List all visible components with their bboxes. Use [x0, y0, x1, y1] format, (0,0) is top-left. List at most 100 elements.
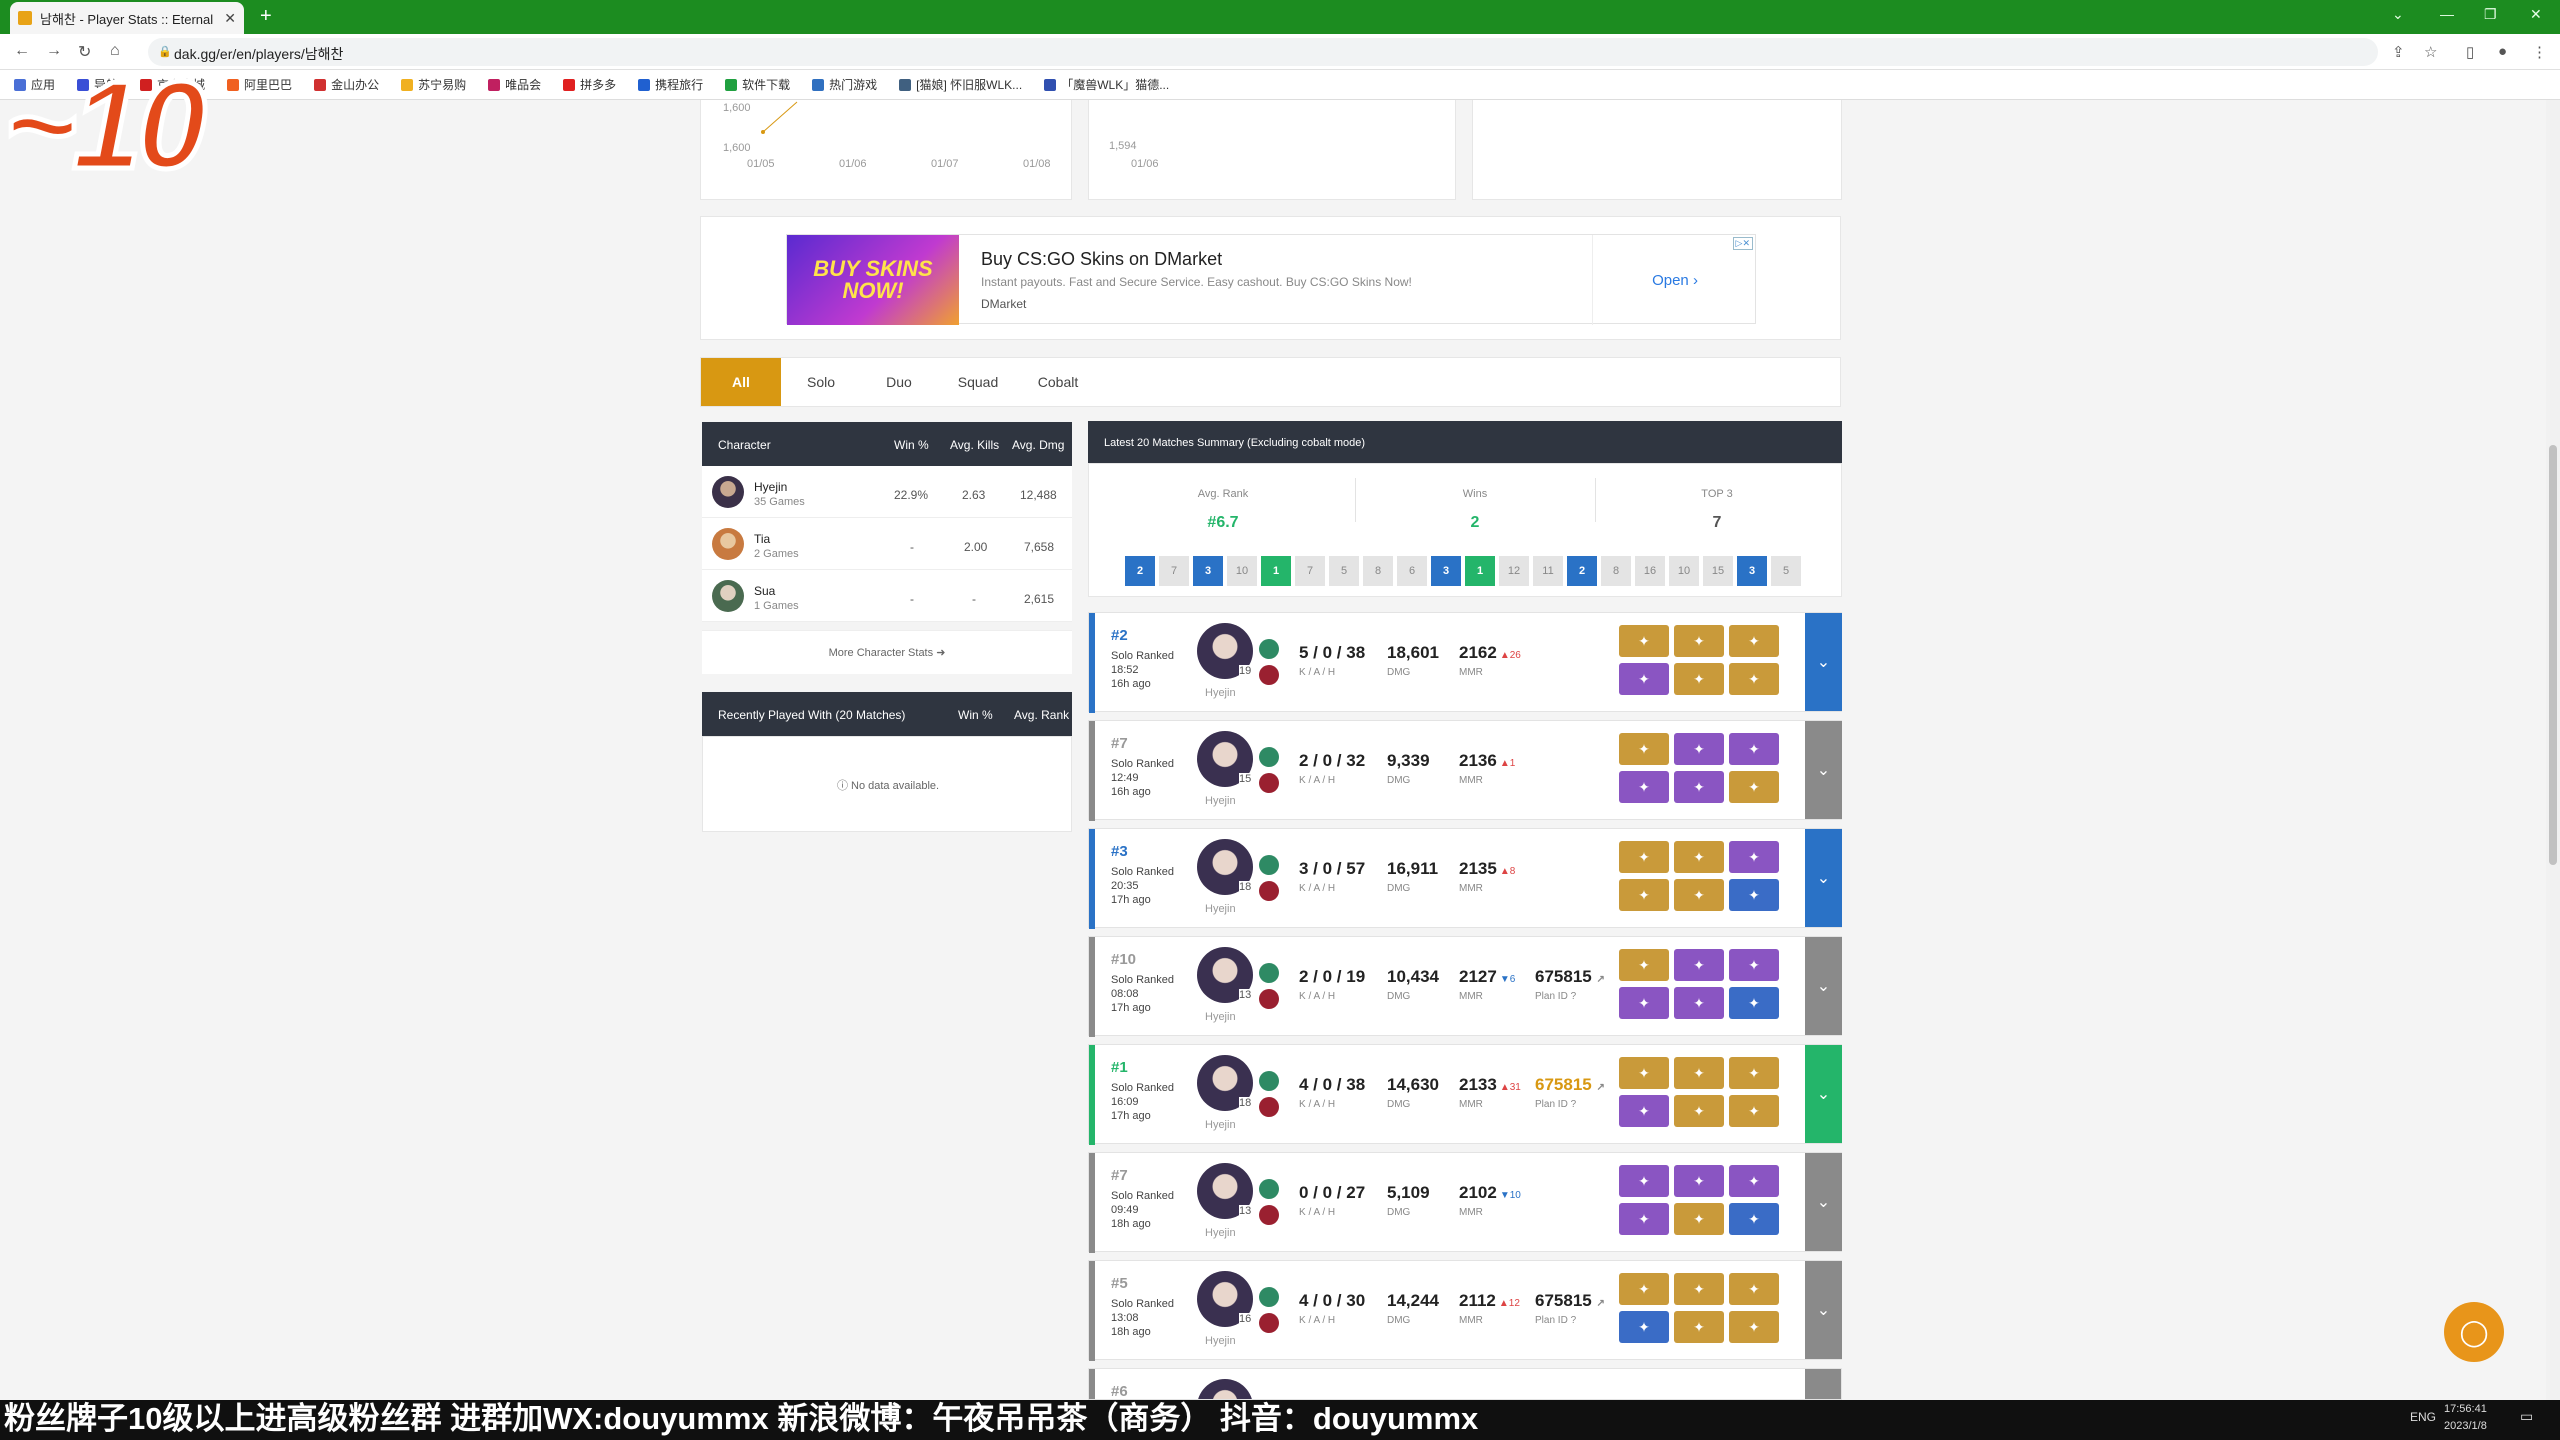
item-icon[interactable]: ✦ — [1619, 625, 1669, 657]
item-icon[interactable]: ✦ — [1729, 625, 1779, 657]
item-icon[interactable]: ✦ — [1729, 1165, 1779, 1197]
ad-banner[interactable]: BUY SKINS NOW! Buy CS:GO Skins on DMarke… — [786, 234, 1756, 325]
character-row[interactable]: Hyejin 35 Games 22.9% 2.63 12,488 — [702, 466, 1072, 518]
match-row[interactable]: #1 Solo Ranked 16:09 17h ago 18 Hyejin 4 /… — [1088, 1044, 1842, 1145]
close-window-icon[interactable]: ✕ — [2530, 6, 2542, 23]
item-icon[interactable]: ✦ — [1674, 1095, 1724, 1127]
expand-chevron-icon[interactable]: ⌄ — [1805, 721, 1842, 819]
menu-icon[interactable]: ⋮ — [2532, 43, 2547, 61]
item-icon[interactable]: ✦ — [1729, 663, 1779, 695]
expand-chevron-icon[interactable]: ⌄ — [1805, 1369, 1841, 1399]
item-icon[interactable]: ✦ — [1619, 733, 1669, 765]
url-input[interactable]: 🔒 dak.gg/er/en/players/남해찬 — [148, 38, 2378, 66]
character-avatar[interactable] — [1197, 1379, 1253, 1399]
plan-id[interactable]: 675815 ↗ — [1535, 1075, 1605, 1095]
tab-search-icon[interactable]: ⌄ — [2392, 6, 2404, 23]
plan-id[interactable]: 675815 ↗ — [1535, 967, 1605, 987]
item-icon[interactable]: ✦ — [1729, 733, 1779, 765]
close-tab-icon[interactable]: ✕ — [224, 10, 236, 27]
language-indicator[interactable]: ENG — [2410, 1410, 2436, 1424]
more-character-stats-button[interactable]: More Character Stats ➜ — [702, 630, 1072, 674]
item-icon[interactable]: ✦ — [1674, 987, 1724, 1019]
match-row[interactable]: #7 Solo Ranked 12:49 16h ago 15 Hyejin 2 /… — [1088, 720, 1842, 821]
bookmark-item[interactable]: 苏宁易购 — [401, 76, 466, 93]
expand-chevron-icon[interactable]: ⌄ — [1805, 613, 1842, 711]
item-icon[interactable]: ✦ — [1729, 1273, 1779, 1305]
character-row[interactable]: Tia 2 Games - 2.00 7,658 — [702, 518, 1072, 570]
profile-icon[interactable]: ● — [2498, 43, 2507, 60]
tab-squad[interactable]: Squad — [937, 358, 1019, 406]
match-row[interactable]: #2 Solo Ranked 18:52 16h ago 19 Hyejin 5 /… — [1088, 612, 1842, 713]
bookmark-item[interactable]: 唯品会 — [488, 76, 541, 93]
bookmark-item[interactable]: 拼多多 — [563, 76, 616, 93]
scrollbar-thumb[interactable] — [2549, 445, 2557, 865]
plan-id[interactable]: 675815 ↗ — [1535, 1291, 1605, 1311]
minimize-icon[interactable]: — — [2440, 6, 2454, 22]
ad-close-icon[interactable]: ▷✕ — [1732, 237, 1753, 250]
expand-chevron-icon[interactable]: ⌄ — [1805, 829, 1842, 927]
item-icon[interactable]: ✦ — [1674, 733, 1724, 765]
item-icon[interactable]: ✦ — [1674, 949, 1724, 981]
bookmark-item[interactable]: 金山办公 — [314, 76, 379, 93]
tab-duo[interactable]: Duo — [859, 358, 939, 406]
ad-title[interactable]: Buy CS:GO Skins on DMarket — [981, 249, 1222, 270]
match-row[interactable]: #10 Solo Ranked 08:08 17h ago 13 Hyejin 2 … — [1088, 936, 1842, 1037]
item-icon[interactable]: ✦ — [1619, 1203, 1669, 1235]
item-icon[interactable]: ✦ — [1729, 987, 1779, 1019]
expand-chevron-icon[interactable]: ⌄ — [1805, 937, 1842, 1035]
sidebar-icon[interactable]: ▯ — [2466, 43, 2474, 61]
item-icon[interactable]: ✦ — [1674, 1057, 1724, 1089]
character-row[interactable]: Sua 1 Games - - 2,615 — [702, 570, 1072, 622]
item-icon[interactable]: ✦ — [1619, 949, 1669, 981]
browser-tab[interactable]: 남해찬 - Player Stats :: Eternal R ✕ — [10, 2, 244, 34]
item-icon[interactable]: ✦ — [1674, 1273, 1724, 1305]
ad-image[interactable]: BUY SKINS NOW! — [787, 235, 959, 325]
restore-icon[interactable]: ❐ — [2484, 6, 2497, 23]
clock-date[interactable]: 2023/1/8 — [2444, 1420, 2487, 1432]
chat-bubble-icon[interactable]: ◯ — [2444, 1302, 2504, 1362]
item-icon[interactable]: ✦ — [1729, 879, 1779, 911]
help-icon[interactable]: ? — [1571, 1315, 1577, 1326]
item-icon[interactable]: ✦ — [1674, 841, 1724, 873]
item-icon[interactable]: ✦ — [1729, 949, 1779, 981]
item-icon[interactable]: ✦ — [1619, 1311, 1669, 1343]
help-icon[interactable]: ? — [1571, 1099, 1577, 1110]
star-icon[interactable]: ☆ — [2424, 43, 2437, 61]
item-icon[interactable]: ✦ — [1729, 771, 1779, 803]
item-icon[interactable]: ✦ — [1619, 1095, 1669, 1127]
match-row[interactable]: #6 ⌄ — [1088, 1368, 1842, 1400]
bookmark-item[interactable]: 阿里巴巴 — [227, 76, 292, 93]
expand-chevron-icon[interactable]: ⌄ — [1805, 1153, 1842, 1251]
item-icon[interactable]: ✦ — [1619, 1057, 1669, 1089]
item-icon[interactable]: ✦ — [1674, 771, 1724, 803]
item-icon[interactable]: ✦ — [1674, 1203, 1724, 1235]
page-scrollbar[interactable] — [2546, 100, 2560, 1400]
bookmark-item[interactable]: 热门游戏 — [812, 76, 877, 93]
match-row[interactable]: #3 Solo Ranked 20:35 17h ago 18 Hyejin 3 /… — [1088, 828, 1842, 929]
share-icon[interactable]: ⇪ — [2392, 43, 2405, 61]
clock-time[interactable]: 17:56:41 — [2444, 1403, 2487, 1415]
item-icon[interactable]: ✦ — [1674, 1311, 1724, 1343]
item-icon[interactable]: ✦ — [1619, 841, 1669, 873]
item-icon[interactable]: ✦ — [1619, 987, 1669, 1019]
item-icon[interactable]: ✦ — [1619, 771, 1669, 803]
tab-solo[interactable]: Solo — [781, 358, 861, 406]
expand-chevron-icon[interactable]: ⌄ — [1805, 1261, 1842, 1359]
item-icon[interactable]: ✦ — [1729, 1203, 1779, 1235]
expand-chevron-icon[interactable]: ⌄ — [1805, 1045, 1842, 1143]
bookmark-item[interactable]: 「魔兽WLK」猫德... — [1044, 76, 1169, 93]
item-icon[interactable]: ✦ — [1729, 841, 1779, 873]
item-icon[interactable]: ✦ — [1674, 625, 1724, 657]
new-tab-icon[interactable]: + — [260, 5, 272, 28]
help-icon[interactable]: ? — [1571, 991, 1577, 1002]
item-icon[interactable]: ✦ — [1729, 1311, 1779, 1343]
match-row[interactable]: #5 Solo Ranked 13:08 18h ago 16 Hyejin 4 /… — [1088, 1260, 1842, 1361]
item-icon[interactable]: ✦ — [1674, 1165, 1724, 1197]
tab-cobalt[interactable]: Cobalt — [1017, 358, 1099, 406]
notification-icon[interactable]: ▭ — [2520, 1408, 2533, 1425]
bookmark-item[interactable]: 携程旅行 — [638, 76, 703, 93]
item-icon[interactable]: ✦ — [1674, 879, 1724, 911]
item-icon[interactable]: ✦ — [1619, 879, 1669, 911]
tab-all[interactable]: All — [701, 358, 781, 406]
bookmark-item[interactable]: 软件下载 — [725, 76, 790, 93]
